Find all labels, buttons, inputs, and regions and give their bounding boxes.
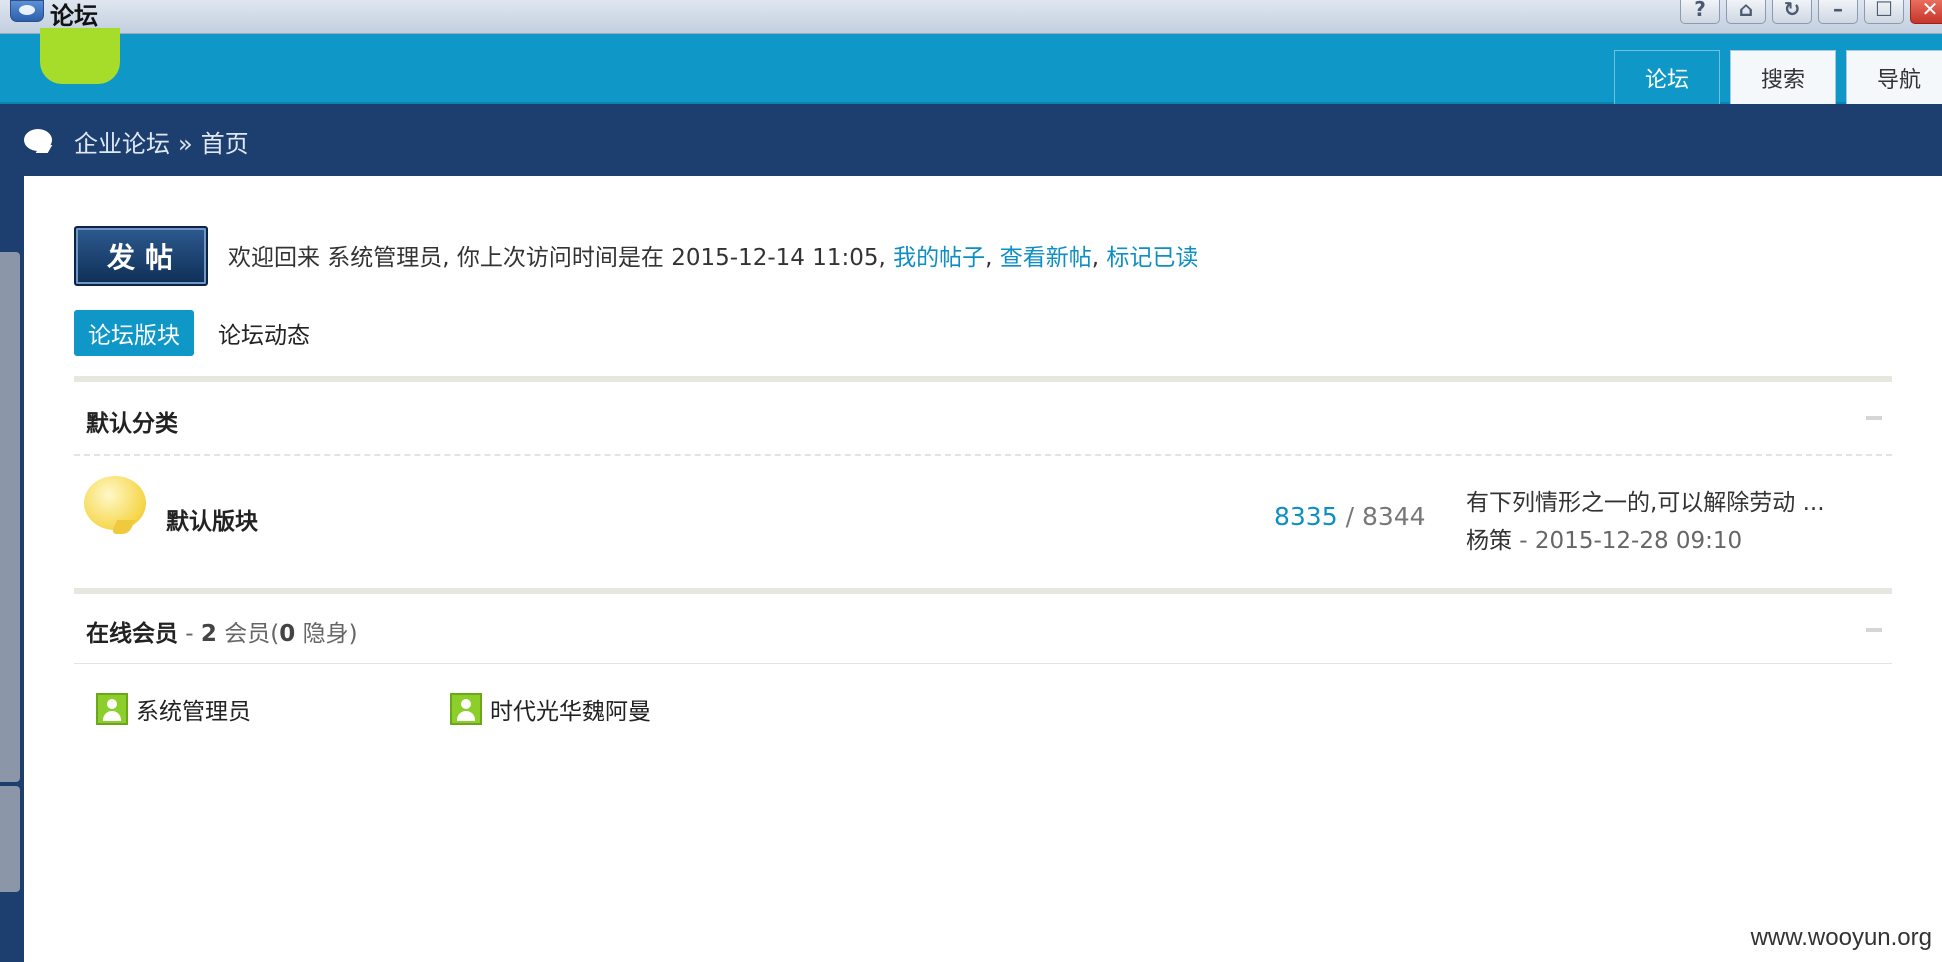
window-controls: ? ⌂ ↻ – ☐ ✕ <box>1680 0 1942 24</box>
tab-forum-activity[interactable]: 论坛动态 <box>204 310 324 356</box>
mark-read-link[interactable]: 标记已读 <box>1106 245 1198 271</box>
member-name[interactable]: 时代光华魏阿曼 <box>490 692 651 726</box>
minimize-icon[interactable]: – <box>1818 0 1858 24</box>
category-header: 默认分类 <box>74 382 1892 456</box>
topic-count: 8335 <box>1274 502 1338 531</box>
nav-tab-navigation[interactable]: 导航 <box>1846 50 1942 104</box>
refresh-icon[interactable]: ↻ <box>1772 0 1812 24</box>
last-post-title[interactable]: 有下列情形之一的,可以解除劳动 ... <box>1466 484 1825 522</box>
welcome-text: 欢迎回来 系统管理员, 你上次访问时间是在 2015-12-14 11:05, <box>228 245 894 271</box>
online-title: 在线会员 - 2 会员(0 隐身) <box>86 621 358 647</box>
breadcrumb-item-forum[interactable]: 企业论坛 <box>74 130 170 158</box>
post-count: 8344 <box>1361 502 1426 531</box>
breadcrumb-trail: 企业论坛 » 首页 <box>74 124 249 159</box>
window-title: 论坛 <box>50 2 98 30</box>
breadcrumb-item-home: 首页 <box>200 130 249 158</box>
collapse-icon[interactable] <box>1866 628 1882 632</box>
left-scrollbar[interactable] <box>0 176 24 962</box>
forum-row: 默认版块 8335 / 8344 有下列情形之一的,可以解除劳动 ... 杨策 … <box>74 456 1892 582</box>
maximize-icon[interactable]: ☐ <box>1864 0 1904 24</box>
user-icon <box>96 693 128 725</box>
online-count: 2 <box>200 621 217 647</box>
close-icon[interactable]: ✕ <box>1910 0 1942 24</box>
scrollbar-thumb[interactable] <box>0 252 20 782</box>
forum-window: 论坛 ? ⌂ ↻ – ☐ ✕ 论坛 搜索 导航 企业论坛 » 首页 发帖 欢迎回来 … <box>0 0 1942 962</box>
breadcrumb: 企业论坛 » 首页 <box>0 104 1942 176</box>
app-icon <box>10 0 44 22</box>
site-header: 论坛 搜索 导航 <box>0 28 1942 104</box>
scrollbar-thumb-lower[interactable] <box>0 786 20 892</box>
last-post-author[interactable]: 杨策 <box>1466 528 1512 554</box>
main-nav: 论坛 搜索 导航 <box>1614 50 1942 104</box>
my-posts-link[interactable]: 我的帖子 <box>893 245 985 271</box>
new-post-button[interactable]: 发帖 <box>74 226 208 286</box>
home-icon[interactable]: ⌂ <box>1726 0 1766 24</box>
nav-tab-forum[interactable]: 论坛 <box>1614 50 1720 104</box>
member-name[interactable]: 系统管理员 <box>136 692 251 726</box>
forum-counts: 8335 / 8344 <box>1274 502 1426 531</box>
hidden-label: 隐身) <box>302 621 358 647</box>
home-bubble-icon[interactable] <box>24 129 52 151</box>
forum-subtabs: 论坛版块 论坛动态 <box>74 310 334 356</box>
logo-icon[interactable] <box>40 28 120 84</box>
online-members: 系统管理员 时代光华魏阿曼 <box>96 692 804 726</box>
last-post-meta: 杨策 - 2015-12-28 09:10 <box>1466 528 1743 554</box>
help-icon[interactable]: ? <box>1680 0 1720 24</box>
nav-tab-search[interactable]: 搜索 <box>1730 50 1836 104</box>
members-label: 会员( <box>224 621 280 647</box>
last-post-time: 2015-12-28 09:10 <box>1534 528 1743 554</box>
forum-name[interactable]: 默认版块 <box>166 502 258 536</box>
online-header: 在线会员 - 2 会员(0 隐身) <box>74 594 1892 664</box>
online-label: 在线会员 <box>86 621 178 647</box>
user-icon <box>450 693 482 725</box>
last-post: 有下列情形之一的,可以解除劳动 ... 杨策 - 2015-12-28 09:1… <box>1466 484 1825 560</box>
main-content: 发帖 欢迎回来 系统管理员, 你上次访问时间是在 2015-12-14 11:0… <box>24 176 1942 962</box>
view-new-posts-link[interactable]: 查看新帖 <box>1000 245 1092 271</box>
watermark: www.wooyun.org <box>1750 924 1932 951</box>
collapse-icon[interactable] <box>1866 416 1882 420</box>
member-item[interactable]: 系统管理员 <box>96 692 450 726</box>
category-section: 默认分类 默认版块 8335 / 8344 有下列情形之一的,可以解除劳动 ..… <box>74 376 1892 582</box>
forum-bubble-icon <box>84 476 146 530</box>
member-item[interactable]: 时代光华魏阿曼 <box>450 692 804 726</box>
window-titlebar: 论坛 ? ⌂ ↻ – ☐ ✕ <box>0 0 1942 34</box>
hidden-count: 0 <box>279 621 296 647</box>
breadcrumb-separator: » <box>178 130 193 158</box>
welcome-message: 欢迎回来 系统管理员, 你上次访问时间是在 2015-12-14 11:05, … <box>228 245 1199 271</box>
category-title[interactable]: 默认分类 <box>86 404 178 438</box>
tab-forum-boards[interactable]: 论坛版块 <box>74 310 194 356</box>
online-section: 在线会员 - 2 会员(0 隐身) 系统管理员 时代光华魏阿曼 <box>74 588 1892 788</box>
